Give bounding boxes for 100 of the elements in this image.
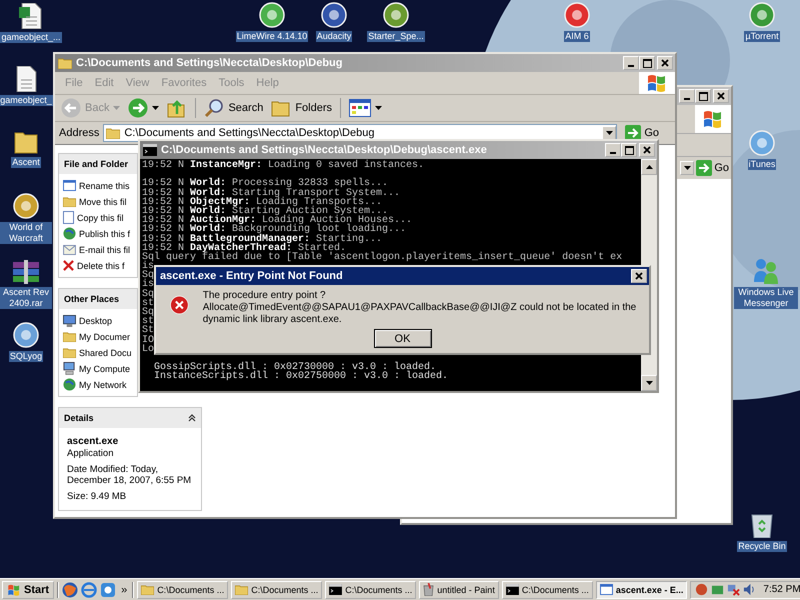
maximize-icon bbox=[624, 146, 634, 154]
browser-icon[interactable] bbox=[81, 582, 98, 598]
up-folder-icon bbox=[167, 98, 188, 118]
window-icon bbox=[63, 180, 76, 191]
overflow-chevron[interactable]: » bbox=[119, 584, 130, 596]
desktop-icon-label[interactable]: Starter_Spe... bbox=[367, 31, 425, 42]
tray-icon[interactable] bbox=[695, 583, 708, 596]
task-link[interactable]: Delete this f bbox=[77, 260, 125, 270]
maximize-icon bbox=[698, 92, 708, 100]
desktop-icon-label[interactable]: AIM 6 bbox=[564, 31, 590, 42]
caret-icon bbox=[152, 106, 160, 110]
window-title: C:\Documents and Settings\Neccta\Desktop\Debug\ascent.exe bbox=[161, 144, 488, 156]
task-link[interactable]: Move this fil bbox=[79, 196, 127, 206]
place-link[interactable]: My Network bbox=[79, 380, 127, 390]
desktop-icon-label[interactable]: Windows Live Messenger bbox=[734, 287, 798, 309]
task-link[interactable]: Rename this bbox=[79, 180, 130, 190]
console-line: st bbox=[142, 298, 154, 308]
search-icon bbox=[204, 98, 224, 118]
dropdown-button[interactable] bbox=[602, 126, 616, 140]
console-line: Sq bbox=[142, 290, 154, 299]
folder-icon bbox=[106, 127, 120, 139]
task-link[interactable]: Publish this f bbox=[79, 228, 130, 238]
console-line: Sq bbox=[142, 271, 154, 280]
folder-icon bbox=[141, 584, 154, 595]
app-icon[interactable] bbox=[383, 2, 409, 28]
close-icon bbox=[635, 272, 643, 280]
start-button[interactable]: Start bbox=[2, 580, 54, 598]
place-link[interactable]: My Documer bbox=[79, 332, 130, 342]
search-button[interactable]: Search bbox=[201, 97, 266, 119]
recycle-bin-icon[interactable] bbox=[751, 512, 773, 538]
desktop-icon-label[interactable]: SQLyog bbox=[8, 351, 44, 362]
app-icon[interactable] bbox=[321, 2, 347, 28]
caret-icon bbox=[684, 166, 691, 170]
caret-icon bbox=[375, 106, 382, 110]
console-line: Sq bbox=[142, 308, 154, 318]
close-icon bbox=[661, 59, 669, 67]
taskbar-button[interactable]: C:\Documents ... bbox=[137, 580, 228, 598]
browser-icon[interactable] bbox=[62, 582, 78, 598]
console-line: 19:52 N DayWatcherThread: Started. bbox=[142, 244, 346, 253]
app-icon[interactable] bbox=[13, 322, 39, 348]
console-line: 19:52 N ObjectMgr: Loading Transports... bbox=[142, 198, 382, 207]
desktop-icon-label[interactable]: gameobject_... bbox=[0, 32, 62, 43]
console-line: is bbox=[142, 262, 154, 272]
dropdown-button[interactable] bbox=[680, 161, 694, 175]
error-message: The procedure entry point ?Allocate@TimedEvent@@SAPAU1@PAXPAVCallbackBase@@IJI@Z could not be located in the dynamic link library ascent.exe. bbox=[202, 290, 638, 326]
desktop-icon-label[interactable]: µTorrent bbox=[744, 31, 780, 42]
desktop-icon-label[interactable]: LimeWire 4.14.10 bbox=[236, 31, 308, 42]
desktop-icon-label[interactable]: World of Warcraft bbox=[0, 222, 52, 244]
collapse-chevron-icon[interactable] bbox=[188, 414, 196, 422]
taskbar-button[interactable]: ascent.exe - E... bbox=[596, 580, 688, 598]
windows-logo-icon bbox=[702, 110, 724, 128]
archive-icon[interactable] bbox=[12, 260, 40, 284]
document-icon[interactable] bbox=[14, 66, 38, 92]
taskbar-button[interactable]: C:\Documents ... bbox=[231, 580, 322, 598]
place-link[interactable]: Desktop bbox=[79, 316, 112, 326]
speaker-icon[interactable] bbox=[743, 583, 756, 596]
up-arrow-icon[interactable] bbox=[646, 165, 652, 169]
close-button[interactable] bbox=[631, 269, 647, 283]
cross-icon bbox=[63, 260, 74, 271]
taskbar-button[interactable]: C:\Documents ... bbox=[325, 580, 416, 598]
taskbar-button[interactable]: untitled - Paint bbox=[419, 580, 499, 598]
folder-icon bbox=[63, 331, 76, 342]
window-title: C:\Documents and Settings\Neccta\Desktop\Debug bbox=[76, 57, 344, 69]
desktop-icon-label[interactable]: Audacity bbox=[316, 31, 352, 42]
envelope-icon bbox=[63, 244, 76, 254]
task-group-header[interactable]: Details bbox=[64, 413, 94, 423]
ok-button[interactable]: OK bbox=[374, 329, 432, 348]
folder-icon[interactable] bbox=[14, 130, 38, 154]
folders-button[interactable]: Folders bbox=[268, 98, 336, 118]
network-icon[interactable] bbox=[727, 583, 740, 596]
go-arrow-icon bbox=[696, 160, 712, 176]
console-icon bbox=[143, 144, 157, 156]
desktop-icon-label[interactable]: gameobject_ bbox=[0, 95, 53, 106]
maximize-icon bbox=[642, 58, 652, 68]
taskbar-button[interactable]: C:\Documents ... bbox=[502, 580, 593, 598]
folder-icon bbox=[271, 99, 292, 117]
console-line: Sql query failed due to [Table 'ascentlogon.playeritems_insert_queue' doesn't ex bbox=[142, 252, 622, 262]
folder-icon bbox=[58, 57, 72, 69]
desktop-icon-label[interactable]: iTunes bbox=[748, 159, 776, 170]
folder-icon bbox=[63, 347, 76, 358]
place-link[interactable]: Shared Docu bbox=[79, 348, 132, 358]
task-link[interactable]: E-mail this fil bbox=[79, 244, 130, 254]
app-icon[interactable] bbox=[259, 2, 285, 28]
down-arrow-icon[interactable] bbox=[646, 381, 652, 385]
console-line: St bbox=[142, 326, 154, 336]
task-link[interactable]: Copy this fil bbox=[77, 212, 124, 222]
console-line: IO bbox=[142, 336, 154, 345]
console-icon bbox=[329, 584, 342, 595]
go-button[interactable]: Go bbox=[696, 160, 731, 176]
close-icon bbox=[643, 146, 651, 154]
file-size: Size: 9.49 MB bbox=[67, 491, 128, 502]
document-icon[interactable] bbox=[19, 3, 43, 29]
desktop-icon-label[interactable]: Ascent Rev 2409.rar bbox=[0, 287, 52, 309]
desktop-icon-label[interactable]: Ascent bbox=[11, 157, 41, 168]
desktop-icon-label[interactable]: Recycle Bin bbox=[737, 541, 787, 552]
place-link[interactable]: My Compute bbox=[79, 364, 130, 374]
app-icon[interactable] bbox=[13, 193, 39, 219]
close-icon bbox=[717, 92, 725, 100]
globe-icon bbox=[63, 227, 76, 240]
clock: 7:52 PM bbox=[763, 584, 800, 595]
